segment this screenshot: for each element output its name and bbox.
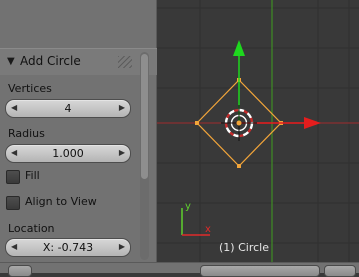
tool-shelf: ▼ Add Circle Vertices ◀ 4 ▶ Radius ◀ 1.0…	[0, 0, 157, 262]
chevron-right-icon[interactable]: ▶	[119, 147, 125, 159]
fill-checkbox[interactable]	[6, 170, 20, 184]
fill-label: Fill	[25, 169, 40, 182]
drag-grip-icon[interactable]	[118, 56, 132, 68]
radius-value: 1.000	[52, 147, 84, 160]
chevron-right-icon[interactable]: ▶	[119, 241, 125, 253]
tool-shelf-top	[0, 0, 157, 48]
tool-shelf-scrollbar[interactable]	[140, 52, 149, 260]
mini-axis-x-label: x	[205, 224, 211, 235]
triangle-down-icon[interactable]: ▼	[7, 57, 15, 67]
vertices-label: Vertices	[8, 82, 52, 95]
shading-button[interactable]	[324, 265, 356, 277]
mini-axis-y-label: y	[185, 201, 191, 212]
3d-cursor-icon	[221, 105, 257, 141]
align-to-view-checkbox[interactable]	[6, 196, 20, 210]
vertices-field[interactable]: ◀ 4 ▶	[5, 99, 131, 118]
chevron-right-icon[interactable]: ▶	[119, 102, 125, 114]
vertices-value: 4	[64, 102, 72, 115]
align-to-view-label: Align to View	[25, 195, 97, 208]
radius-label: Radius	[8, 127, 45, 140]
viewport-header	[0, 262, 359, 277]
viewport-grid	[157, 0, 359, 262]
location-label: Location	[8, 222, 55, 235]
radius-field[interactable]: ◀ 1.000 ▶	[5, 144, 131, 163]
operator-panel-title: Add Circle	[20, 54, 81, 68]
editor-type-button[interactable]	[8, 265, 32, 277]
active-object-label: (1) Circle	[219, 241, 269, 254]
tool-shelf-divider[interactable]	[156, 0, 157, 262]
location-x-value: X: -0.743	[42, 241, 94, 254]
location-x-field[interactable]: ◀ X: -0.743 ▶	[5, 238, 131, 257]
mode-selector[interactable]	[200, 265, 320, 277]
operator-panel-header[interactable]: ▼ Add Circle	[0, 48, 157, 75]
scrollbar-thumb[interactable]	[141, 54, 148, 179]
